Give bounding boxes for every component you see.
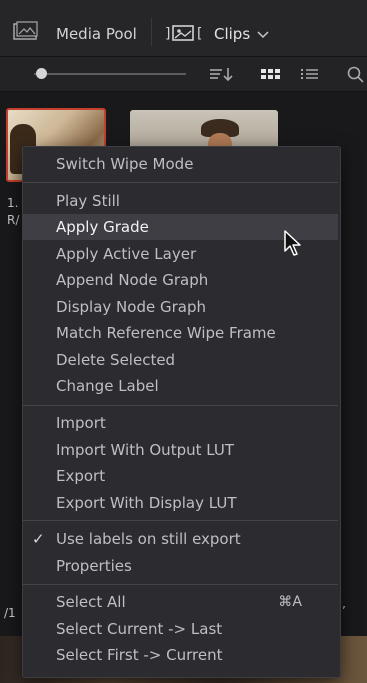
menu-item-import-with-output-lut[interactable]: Import With Output LUT	[23, 437, 338, 463]
menu-item-match-reference-wipe-frame[interactable]: Match Reference Wipe Frame	[23, 320, 338, 346]
menu-item-label: Export	[56, 467, 106, 485]
menu-item-label: Use labels on still export	[56, 530, 241, 548]
menu-item-label: Import With Output LUT	[56, 441, 235, 459]
menu-item-label: Select All	[56, 593, 126, 611]
sort-icon[interactable]	[209, 65, 233, 83]
checkmark-icon: ✓	[32, 530, 45, 548]
menu-item-label: Import	[56, 414, 106, 432]
menu-item-use-labels-on-still-export[interactable]: ✓ Use labels on still export	[23, 526, 338, 552]
svg-text:[: [	[197, 26, 202, 42]
menu-item-import[interactable]: Import	[23, 410, 338, 436]
clips-bin-icon[interactable]: ] [	[165, 24, 207, 42]
clip-label-line2: R/	[7, 213, 20, 227]
list-view-icon[interactable]	[300, 65, 320, 83]
menu-item-shortcut: ⌘A	[278, 594, 302, 610]
menu-item-switch-wipe-mode[interactable]: Switch Wipe Mode	[23, 151, 338, 177]
media-pool-icon[interactable]	[13, 21, 39, 41]
menu-item-export-with-display-lut[interactable]: Export With Display LUT	[23, 490, 338, 516]
clip-label-peek-right: ’	[342, 604, 346, 618]
clip-label-peek-left: /1	[4, 606, 16, 620]
menu-item-export[interactable]: Export	[23, 463, 338, 489]
search-icon[interactable]	[346, 65, 364, 83]
menu-item-play-still[interactable]: Play Still	[23, 188, 338, 214]
menu-item-label: Switch Wipe Mode	[56, 155, 194, 173]
menu-separator	[23, 520, 338, 521]
thumbnail-view-icon[interactable]	[260, 65, 280, 83]
chevron-down-icon[interactable]	[257, 31, 269, 39]
menu-item-label: Play Still	[56, 192, 120, 210]
menu-item-label: Select Current -> Last	[56, 620, 223, 638]
menu-item-label: Properties	[56, 557, 132, 575]
menu-separator	[23, 182, 338, 183]
bin-selector-label[interactable]: Clips	[214, 25, 250, 43]
header-divider	[151, 18, 152, 46]
menu-item-label: Apply Grade	[56, 218, 149, 236]
menu-item-label: Match Reference Wipe Frame	[56, 324, 276, 342]
menu-item-append-node-graph[interactable]: Append Node Graph	[23, 267, 338, 293]
media-pool-title: Media Pool	[56, 25, 137, 43]
menu-item-label: Append Node Graph	[56, 271, 209, 289]
mouse-pointer-icon	[284, 230, 301, 256]
clip-label-prefix: 1.	[7, 196, 19, 210]
menu-item-label: Change Label	[56, 377, 159, 395]
menu-item-label: Apply Active Layer	[56, 245, 197, 263]
menu-item-properties[interactable]: Properties	[23, 553, 338, 579]
menu-item-label: Export With Display LUT	[56, 494, 237, 512]
menu-item-select-all[interactable]: Select All ⌘A	[23, 589, 338, 615]
menu-item-display-node-graph[interactable]: Display Node Graph	[23, 294, 338, 320]
menu-item-select-current-to-last[interactable]: Select Current -> Last	[23, 616, 338, 642]
menu-item-delete-selected[interactable]: Delete Selected	[23, 347, 338, 373]
menu-separator	[23, 584, 338, 585]
menu-item-label: Delete Selected	[56, 351, 176, 369]
menu-item-select-first-to-current[interactable]: Select First -> Current	[23, 642, 338, 668]
menu-item-label: Display Node Graph	[56, 298, 206, 316]
menu-item-change-label[interactable]: Change Label	[23, 373, 338, 399]
svg-text:]: ]	[165, 26, 170, 42]
menu-separator	[23, 405, 338, 406]
menu-item-label: Select First -> Current	[56, 646, 223, 664]
thumbnail-zoom-slider[interactable]	[34, 73, 186, 75]
